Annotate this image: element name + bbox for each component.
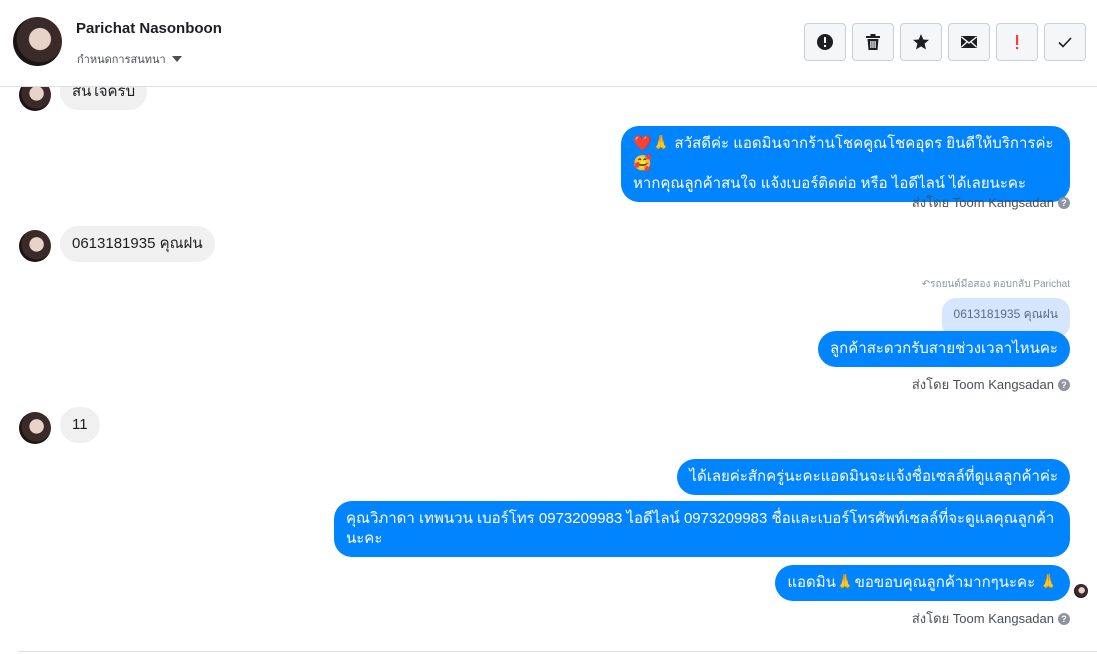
composer-divider [18, 651, 1097, 652]
contact-avatar[interactable] [13, 17, 62, 66]
incoming-message[interactable]: สนใจครับ [60, 87, 148, 110]
sent-by-label: ส่งโดย Toom Kangsadan ? [912, 608, 1070, 629]
sent-by-label: ส่งโดย Toom Kangsadan ? [912, 192, 1070, 213]
help-icon[interactable]: ? [1058, 612, 1070, 625]
help-icon[interactable]: ? [1058, 378, 1070, 391]
outgoing-message[interactable]: ลูกค้าสะดวกรับสายช่วงเวลาไหนคะ [817, 331, 1070, 367]
incoming-message[interactable]: 0613181935 คุณฝน [60, 226, 215, 262]
outgoing-message[interactable]: แอดมิน🙏ขอขอบคุณลูกค้ามากๆนะคะ 🙏 [775, 565, 1070, 601]
outgoing-message[interactable]: ได้เลยค่ะสักครู่นะคะแอดมินจะแจ้งชื่อเซลล… [677, 459, 1070, 495]
mark-done-button[interactable] [1044, 23, 1086, 61]
message-line: หากคุณลูกค้าสนใจ แจ้งเบอร์ติดต่อ หรือ ไอ… [633, 175, 1027, 192]
incoming-message[interactable]: 11 [60, 407, 100, 443]
alert-circle-icon [817, 34, 833, 50]
message-list[interactable]: สนใจครับ ❤️🙏 สวัสดีค่ะ แอดมินจากร้านโชคค… [0, 87, 1097, 654]
contact-name[interactable]: Parichat Nasonboon [76, 20, 222, 37]
conversation-settings-label: กำหนดการสนทนา [77, 53, 166, 66]
spam-button[interactable] [804, 23, 846, 61]
follow-up-button[interactable] [996, 23, 1038, 61]
check-icon [1058, 37, 1072, 48]
caret-down-icon [171, 56, 182, 62]
sender-avatar [19, 230, 51, 262]
delete-button[interactable] [852, 23, 894, 61]
sent-by-label: ส่งโดย Toom Kangsadan ? [912, 374, 1070, 395]
message-line: ❤️🙏 สวัสดีค่ะ แอดมินจากร้านโชคคูณโชคอุดร… [633, 135, 1054, 172]
sender-avatar [19, 87, 51, 111]
exclamation-icon [1016, 35, 1019, 50]
outgoing-message[interactable]: คุณวิภาดา เทพนวน เบอร์โทร 0973209983 ไอด… [334, 501, 1070, 557]
seen-avatar [1074, 584, 1088, 598]
conversation-header: Parichat Nasonboon กำหนดการสนทนา [0, 0, 1097, 87]
star-button[interactable] [900, 23, 942, 61]
sent-by-text: ส่งโดย Toom Kangsadan [911, 611, 1054, 626]
sender-avatar [19, 412, 51, 444]
help-icon[interactable]: ? [1058, 196, 1070, 209]
trash-icon [866, 34, 880, 50]
envelope-icon [961, 36, 977, 48]
sent-by-text: ส่งโดย Toom Kangsadan [911, 377, 1054, 392]
mark-unread-button[interactable] [948, 23, 990, 61]
outgoing-message[interactable]: ❤️🙏 สวัสดีค่ะ แอดมินจากร้านโชคคูณโชคอุดร… [621, 126, 1070, 202]
star-icon [913, 34, 929, 50]
sent-by-text: ส่งโดย Toom Kangsadan [911, 195, 1054, 210]
conversation-settings-dropdown[interactable]: กำหนดการสนทนา [77, 50, 182, 68]
reply-context-label: ↶รถยนต์มือสอง ตอบกลับ Parichat [921, 279, 1070, 290]
